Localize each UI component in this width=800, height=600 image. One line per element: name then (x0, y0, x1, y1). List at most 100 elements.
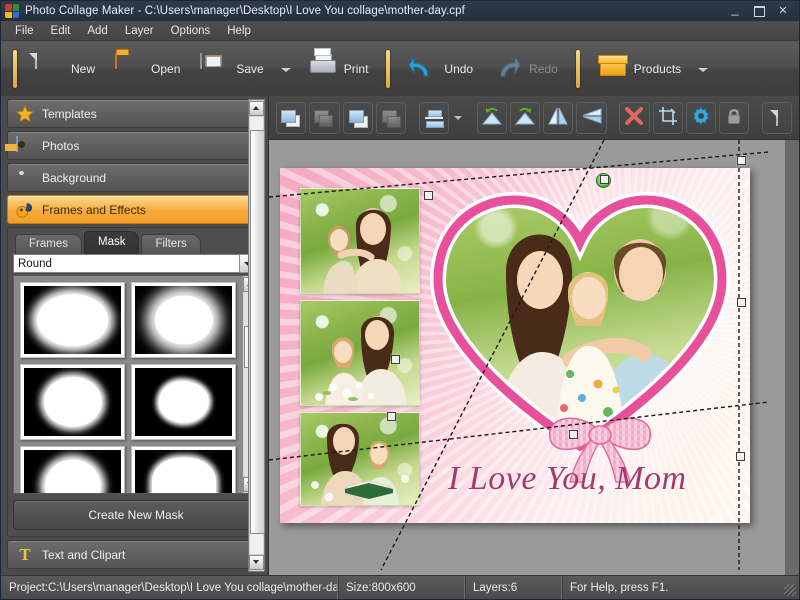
align-icon (424, 109, 444, 128)
menu-file[interactable]: File (7, 23, 42, 39)
text-t-icon: T (19, 544, 31, 564)
effects-tabs: Frames Mask Filters (13, 231, 259, 254)
left-panel: Templates Photos Background Frames and E… (1, 96, 269, 575)
print-button[interactable]: Print (298, 47, 379, 91)
left-panel-content: Templates Photos Background Frames and E… (7, 99, 265, 572)
menu-bar: File Edit Add Layer Options Help (1, 21, 799, 41)
title-bar: Photo Collage Maker - C:\Users\manager\D… (1, 1, 799, 21)
bring-to-front-button[interactable] (276, 101, 307, 134)
page-button[interactable] (761, 101, 793, 134)
frames-effects-icon (16, 201, 34, 219)
send-backward-button[interactable] (375, 101, 406, 134)
send-backward-icon (380, 108, 402, 128)
rotate-right-button[interactable] (509, 101, 541, 134)
align-button[interactable] (418, 101, 449, 134)
delete-button[interactable] (619, 101, 650, 134)
selection-handle-top-right[interactable] (737, 156, 746, 165)
undo-button-label: Undo (444, 61, 474, 76)
crop-button[interactable] (652, 101, 683, 134)
left-panel-scroll-thumb[interactable] (250, 130, 265, 535)
lock-icon (724, 106, 744, 129)
canvas-toolbar (269, 96, 799, 140)
toolbar-gap (409, 117, 416, 118)
products-dropdown-caret-icon[interactable] (697, 63, 709, 75)
redo-button[interactable]: Redo (483, 47, 568, 91)
sidebar-item-templates[interactable]: Templates (7, 99, 265, 128)
save-floppy-icon (200, 52, 230, 84)
frames-effects-panel: Frames Mask Filters Round Create New Mas… (7, 227, 265, 537)
photo-mother-daughter-hug[interactable] (300, 188, 420, 294)
save-dropdown-caret-icon[interactable] (280, 63, 292, 75)
sidebar-item-photos[interactable]: Photos (7, 131, 265, 160)
tab-filters[interactable]: Filters (141, 234, 201, 254)
menu-edit[interactable]: Edit (43, 23, 79, 39)
left-panel-scroll-down-icon[interactable] (249, 555, 264, 570)
flip-vertical-icon (581, 106, 603, 129)
tab-frames[interactable]: Frames (15, 234, 82, 254)
mask-category-select[interactable]: Round (13, 254, 259, 273)
menu-help[interactable]: Help (219, 23, 259, 39)
mask-thumbnail-grid (14, 276, 242, 493)
menu-options[interactable]: Options (163, 23, 219, 39)
close-button[interactable]: ✕ (771, 3, 795, 19)
toolbar-gap-4 (752, 117, 759, 118)
status-size: Size:800x600 (338, 576, 465, 599)
align-dropdown-caret-icon[interactable] (452, 103, 464, 133)
canvas-vertical-scrollbar[interactable] (785, 140, 799, 575)
left-panel-scroll-track[interactable] (250, 117, 265, 554)
bring-forward-button[interactable] (342, 101, 373, 134)
new-button[interactable]: New (25, 47, 105, 91)
maximize-button[interactable] (747, 3, 771, 19)
create-new-mask-button[interactable]: Create New Mask (13, 500, 259, 530)
photo-icon (16, 135, 34, 155)
collage-caption[interactable]: I Love You, Mom (448, 460, 687, 498)
mask-thumbnail-egg-soft[interactable] (20, 446, 125, 493)
flip-vertical-button[interactable] (576, 101, 607, 134)
collage-page[interactable]: I Love You, Mom (280, 168, 750, 523)
minimize-button[interactable]: _ (723, 1, 747, 22)
rotate-left-button[interactable] (476, 101, 507, 134)
resize-grip-icon[interactable] (784, 584, 796, 596)
status-help: For Help, press F1. (570, 581, 669, 594)
rotate-left-icon (481, 106, 503, 129)
delete-x-icon (624, 106, 644, 129)
canvas-viewport[interactable]: I Love You, Mom (269, 140, 799, 575)
background-drop-icon (16, 169, 34, 187)
mask-thumbnail-oval-rough[interactable] (20, 364, 125, 440)
redo-arrow-icon (493, 54, 523, 84)
mask-thumbnail-scalloped-blob[interactable] (131, 364, 236, 440)
status-layers: Layers:6 (465, 576, 562, 599)
toolbar-separator (13, 49, 17, 88)
undo-button[interactable]: Undo (398, 47, 483, 91)
menu-add[interactable]: Add (79, 23, 115, 39)
left-panel-scrollbar[interactable] (248, 99, 265, 572)
flip-horizontal-button[interactable] (543, 101, 574, 134)
settings-button[interactable] (685, 101, 717, 134)
left-panel-scroll-up-icon[interactable] (249, 101, 264, 116)
products-button-label: Products (633, 61, 682, 76)
page-icon (775, 109, 778, 126)
open-button[interactable]: Open (105, 47, 190, 91)
photo-mother-daughter-book[interactable] (300, 412, 420, 506)
mask-thumbnail-arch-texture[interactable] (131, 446, 236, 493)
window-controls: _ ✕ (723, 1, 797, 22)
printer-icon (308, 47, 338, 84)
sidebar-item-frames-and-effects[interactable]: Frames and Effects (7, 195, 265, 224)
mask-thumbnail-round-ring[interactable] (20, 282, 125, 358)
tab-mask[interactable]: Mask (83, 231, 140, 254)
products-button[interactable]: Products (588, 47, 691, 91)
send-to-back-button[interactable] (309, 101, 340, 134)
crop-icon (658, 106, 678, 129)
menu-layer[interactable]: Layer (117, 23, 162, 39)
sidebar-item-templates-label: Templates (42, 106, 97, 121)
star-icon (15, 104, 35, 123)
workspace: Templates Photos Background Frames and E… (1, 96, 799, 575)
app-logo-icon (5, 4, 19, 18)
save-button[interactable]: Save (190, 47, 273, 91)
print-button-label: Print (343, 61, 369, 76)
photo-mother-daughter-flowers[interactable] (300, 300, 420, 406)
lock-button[interactable] (719, 101, 750, 134)
mask-thumbnail-soft-oval[interactable] (131, 282, 236, 358)
sidebar-item-background[interactable]: Background (7, 163, 265, 192)
sidebar-item-text-and-clipart[interactable]: T Text and Clipart (7, 540, 265, 569)
